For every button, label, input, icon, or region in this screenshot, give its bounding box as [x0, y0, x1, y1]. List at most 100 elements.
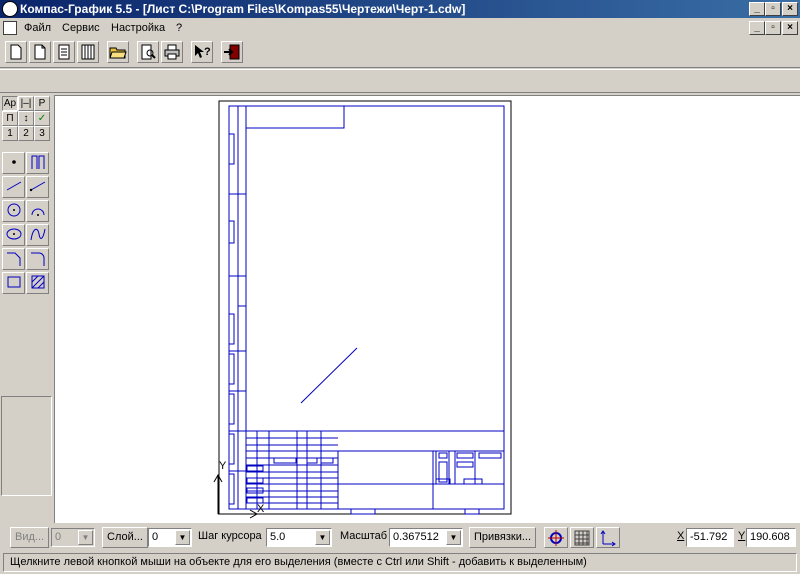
ellipse-tool[interactable]: [2, 224, 25, 246]
snap-settings-icon: [548, 530, 564, 546]
view-dropdown-icon[interactable]: ▼: [78, 530, 93, 545]
doc-restore-button[interactable]: ▫: [765, 21, 781, 35]
ellipse-icon: [6, 228, 21, 240]
context-help-button[interactable]: ?: [191, 41, 213, 63]
menu-help[interactable]: ?: [172, 21, 186, 36]
point-tool[interactable]: [2, 152, 25, 174]
close-button[interactable]: ×: [782, 2, 798, 16]
scale-dropdown-icon[interactable]: ▼: [446, 530, 461, 545]
scale-label: Масштаб: [340, 530, 388, 542]
menu-settings[interactable]: Настройка: [107, 21, 169, 36]
page-3-tab[interactable]: 3: [34, 126, 50, 141]
rectangle-icon: [7, 276, 20, 288]
aux-line-tool[interactable]: [26, 152, 49, 174]
hint-text: Щелкните левой кнопкой мыши на объекте д…: [3, 553, 797, 572]
step-dropdown-icon[interactable]: ▼: [315, 530, 330, 545]
parallel-segment-icon: [29, 181, 45, 192]
page-1-tab[interactable]: 1: [2, 126, 18, 141]
grid-button[interactable]: [570, 527, 594, 548]
new-sheet-button[interactable]: [5, 41, 27, 63]
grid-icon: [574, 530, 590, 546]
properties-bar: Вид... 0 ▼ Слой... 0 ▼ Шаг курсора 5.0 ▼…: [0, 525, 800, 552]
layer-button[interactable]: Слой...: [102, 527, 148, 548]
open-folder-icon: [109, 47, 127, 59]
page-2-tab[interactable]: 2: [18, 126, 34, 141]
snap-settings-button[interactable]: [544, 527, 568, 548]
menu-bar: Файл Сервис Настройка ? _ ▫ ×: [0, 18, 800, 38]
doc-minimize-button[interactable]: _: [749, 21, 765, 35]
fillet-tool[interactable]: [26, 248, 49, 270]
doc-close-button[interactable]: ×: [782, 21, 798, 35]
menu-service[interactable]: Сервис: [58, 21, 104, 36]
mode-dimensions-tab[interactable]: |–|: [18, 96, 34, 111]
exit-button[interactable]: [221, 41, 243, 63]
y-coord-label: Y: [738, 530, 746, 542]
new-text-document-icon: [58, 44, 70, 60]
print-icon: [164, 44, 180, 60]
view-button[interactable]: Вид...: [10, 527, 50, 548]
help-pointer-icon: ?: [195, 45, 211, 58]
mode-edit-tab[interactable]: Р: [34, 96, 50, 111]
layer-combo[interactable]: 0 ▼: [148, 528, 192, 547]
view-value: 0: [55, 531, 62, 543]
drawing-svg: Y X: [213, 100, 512, 519]
x-coord-value: -51.792: [686, 528, 734, 547]
new-fragment-button[interactable]: [29, 41, 51, 63]
title-bar: Компас-График 5.5 - [Лист C:\Program Fil…: [0, 0, 800, 18]
snaps-button[interactable]: Привязки...: [469, 527, 537, 548]
secondary-toolbar: [0, 69, 800, 93]
left-toolbar: Ар |–| Р П ↕ ✓ 1 2 3: [0, 94, 53, 524]
point-icon: [11, 160, 16, 164]
y-coord-value: 190.608: [746, 528, 796, 547]
arc-tool[interactable]: [26, 200, 49, 222]
preview-icon: [141, 44, 156, 60]
layer-dropdown-icon[interactable]: ▼: [175, 530, 190, 545]
drawing-area[interactable]: Y X: [54, 95, 800, 523]
sheet-border: [218, 100, 512, 515]
axis-y-label: Y: [219, 460, 227, 472]
hatch-icon: [31, 275, 44, 289]
preview-button[interactable]: [137, 41, 159, 63]
open-button[interactable]: [107, 41, 129, 63]
coordinate-system-icon: [600, 530, 616, 547]
spline-icon: [30, 228, 45, 241]
view-combo[interactable]: 0 ▼: [51, 528, 95, 547]
rectangle-tool[interactable]: [2, 272, 25, 294]
menu-file[interactable]: Файл: [20, 21, 55, 36]
spline-tool[interactable]: [26, 224, 49, 246]
cursor-step-combo[interactable]: 5.0 ▼: [266, 528, 332, 547]
arc-icon: [31, 208, 44, 216]
chamfer-icon: [6, 252, 20, 266]
new-spec-button[interactable]: [77, 41, 99, 63]
scale-value: 0.367512: [393, 531, 439, 543]
svg-text:?: ?: [204, 46, 211, 58]
print-button[interactable]: [161, 41, 183, 63]
circle-icon: [7, 203, 20, 217]
axis-x-label: X: [257, 503, 265, 515]
new-sheet-icon: [10, 44, 22, 60]
segment-icon: [6, 181, 21, 191]
hatch-tool[interactable]: [26, 272, 49, 294]
exit-icon: [224, 44, 240, 60]
window-title: Компас-График 5.5 - [Лист C:\Program Fil…: [20, 2, 466, 16]
left-panel-empty-area: [1, 396, 52, 496]
chamfer-tool[interactable]: [2, 248, 25, 270]
kompas-app-icon[interactable]: [2, 1, 18, 17]
x-coord-label: X: [677, 530, 685, 542]
aux-line-icon: [31, 155, 44, 169]
mode-params-tab[interactable]: П: [2, 111, 18, 126]
mode-geometry-tab[interactable]: Ар: [2, 96, 18, 111]
segment-tool[interactable]: [2, 176, 25, 198]
mode-select-tab[interactable]: ✓: [34, 111, 50, 126]
scale-combo[interactable]: 0.367512 ▼: [389, 528, 463, 547]
local-cs-button[interactable]: [596, 527, 620, 548]
minimize-button[interactable]: _: [749, 2, 765, 16]
cursor-step-label: Шаг курсора: [198, 530, 262, 542]
layer-value: 0: [152, 531, 159, 543]
parallel-segment-tool[interactable]: [26, 176, 49, 198]
restore-button[interactable]: ▫: [765, 2, 781, 16]
document-icon[interactable]: [3, 21, 17, 35]
circle-tool[interactable]: [2, 200, 25, 222]
mode-measure-tab[interactable]: ↕: [18, 111, 34, 126]
new-text-document-button[interactable]: [53, 41, 75, 63]
